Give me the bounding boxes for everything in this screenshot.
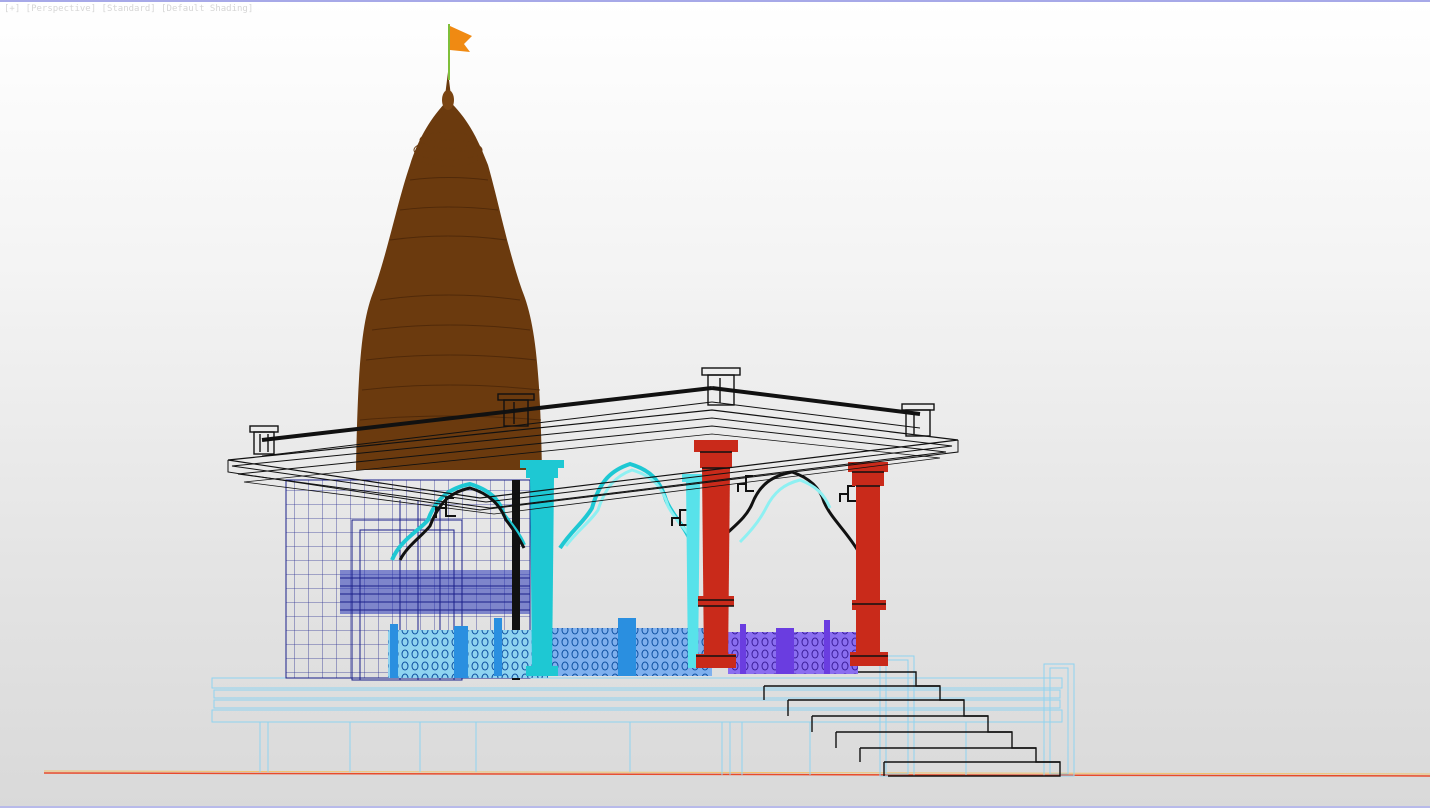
viewport-canvas[interactable] (0, 0, 1430, 808)
flag (448, 24, 472, 80)
railing (388, 618, 858, 678)
ground-line (43, 770, 1430, 777)
roof-corner-posts (249, 367, 935, 455)
